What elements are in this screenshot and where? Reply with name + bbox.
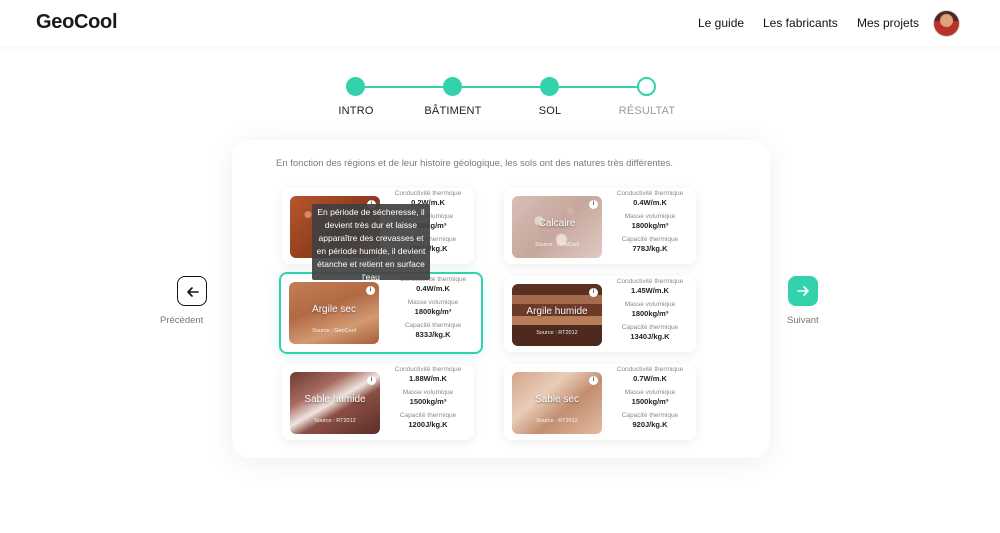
soil-source: Source : GeoCool: [535, 242, 579, 248]
soil-option-calcaire[interactable]: Calcaire Source : GeoCool i Conductivité…: [504, 188, 696, 264]
step-dot-sol[interactable]: [540, 77, 559, 96]
capacity-value: 1200J/kg.K: [408, 420, 448, 429]
arrow-left-icon: [187, 287, 199, 297]
capacity-label: Capacité thermique: [621, 324, 679, 331]
step-label-intro: INTRO: [338, 105, 374, 117]
density-value: 1800kg/m³: [631, 221, 669, 230]
soil-option-sable-humide[interactable]: Sable humide Source : RT2012 i Conductiv…: [282, 364, 474, 440]
step-dot-intro[interactable]: [346, 77, 365, 96]
nav-le-guide[interactable]: Le guide: [698, 16, 744, 30]
conductivity-value: 1.88W/m.K: [409, 374, 447, 383]
step-dot-batiment[interactable]: [443, 77, 462, 96]
density-value: 1800kg/m³: [631, 309, 669, 318]
step-label-sol: SOL: [538, 105, 562, 117]
soil-image: Argile sec Source : GeoCool i: [289, 282, 379, 344]
soil-info-tooltip: En période de sécheresse, il devient trè…: [312, 204, 430, 282]
conductivity-value: 0.4W/m.K: [416, 284, 450, 293]
density-label: Masse volumique: [407, 299, 459, 306]
nav-les-fabricants[interactable]: Les fabricants: [763, 16, 838, 30]
soil-properties: Conductivité thermique 0.7W/m.K Masse vo…: [606, 366, 694, 435]
capacity-value: 1340J/kg.K: [630, 332, 670, 341]
step-dot-resultat[interactable]: [637, 77, 656, 96]
soil-source: Source : RT2012: [536, 330, 578, 336]
progress-stepper: INTRO BÂTIMENT SOL RÉSULTAT: [338, 76, 675, 120]
soil-image: Calcaire Source : GeoCool i: [512, 196, 602, 258]
density-value: 1500kg/m³: [631, 397, 669, 406]
step-connector: [559, 86, 639, 88]
capacity-label: Capacité thermique: [621, 412, 679, 419]
capacity-value: 778J/kg.K: [632, 244, 668, 253]
conductivity-value: 0.4W/m.K: [633, 198, 667, 207]
previous-button[interactable]: [177, 276, 207, 306]
conductivity-label: Conductivité thermique: [394, 366, 462, 373]
capacity-value: 833J/kg.K: [415, 330, 451, 339]
arrow-right-icon: [797, 286, 809, 296]
capacity-label: Capacité thermique: [621, 236, 679, 243]
step-label-resultat: RÉSULTAT: [618, 105, 676, 117]
previous-label[interactable]: Précédent: [160, 315, 203, 326]
soil-properties: Conductivité thermique 1.45W/m.K Masse v…: [606, 278, 694, 347]
app-logo[interactable]: GeoCool: [36, 11, 118, 34]
top-header: GeoCool Le guide Les fabricants Mes proj…: [0, 0, 1000, 46]
soil-image: Argile humide Source : RT2012 i: [512, 284, 602, 346]
soil-properties: Conductivité thermique 1.88W/m.K Masse v…: [384, 366, 472, 435]
soil-source: Source : GeoCool: [312, 328, 356, 334]
nav-mes-projets[interactable]: Mes projets: [857, 16, 919, 30]
soil-name: Calcaire: [538, 218, 576, 229]
soil-name: Argile sec: [312, 304, 356, 315]
step-connector: [365, 86, 449, 88]
step-label-batiment: BÂTIMENT: [424, 105, 482, 117]
density-label: Masse volumique: [624, 389, 676, 396]
conductivity-value: 1.45W/m.K: [631, 286, 669, 295]
soil-name: Argile humide: [526, 306, 588, 317]
conductivity-value: 0.7W/m.K: [633, 374, 667, 383]
info-icon[interactable]: i: [589, 200, 598, 209]
soil-option-argile-humide[interactable]: Argile humide Source : RT2012 i Conducti…: [504, 276, 696, 352]
density-label: Masse volumique: [624, 213, 676, 220]
info-icon[interactable]: i: [589, 376, 598, 385]
density-label: Masse volumique: [624, 301, 676, 308]
intro-text: En fonction des régions et de leur histo…: [276, 158, 673, 169]
density-value: 1500kg/m³: [409, 397, 447, 406]
density-value: 1800kg/m³: [414, 307, 452, 316]
info-icon[interactable]: i: [366, 286, 375, 295]
step-connector: [462, 86, 546, 88]
conductivity-label: Conductivité thermique: [616, 366, 684, 373]
soil-source: Source : RT2012: [536, 418, 578, 424]
capacity-label: Capacité thermique: [399, 412, 457, 419]
soil-properties: Conductivité thermique 0.4W/m.K Masse vo…: [389, 276, 477, 345]
soil-image: Sable humide Source : RT2012 i: [290, 372, 380, 434]
density-label: Masse volumique: [402, 389, 454, 396]
conductivity-label: Conductivité thermique: [616, 190, 684, 197]
soil-image: Sable sec Source : RT2012 i: [512, 372, 602, 434]
capacity-label: Capacité thermique: [404, 322, 462, 329]
next-button[interactable]: [788, 276, 818, 306]
conductivity-label: Conductivité thermique: [616, 278, 684, 285]
info-icon[interactable]: i: [367, 376, 376, 385]
soil-option-sable-sec[interactable]: Sable sec Source : RT2012 i Conductivité…: [504, 364, 696, 440]
user-avatar[interactable]: [933, 10, 960, 37]
soil-name: Sable sec: [535, 394, 579, 405]
soil-name: Sable humide: [304, 394, 366, 405]
info-icon[interactable]: i: [589, 288, 598, 297]
soil-properties: Conductivité thermique 0.4W/m.K Masse vo…: [606, 190, 694, 259]
soil-source: Source : RT2012: [314, 418, 356, 424]
capacity-value: 920J/kg.K: [632, 420, 668, 429]
next-label[interactable]: Suivant: [787, 315, 819, 326]
conductivity-label: Conductivité thermique: [394, 190, 462, 197]
soil-option-argile-sec[interactable]: Argile sec Source : GeoCool i Conductivi…: [279, 272, 483, 354]
